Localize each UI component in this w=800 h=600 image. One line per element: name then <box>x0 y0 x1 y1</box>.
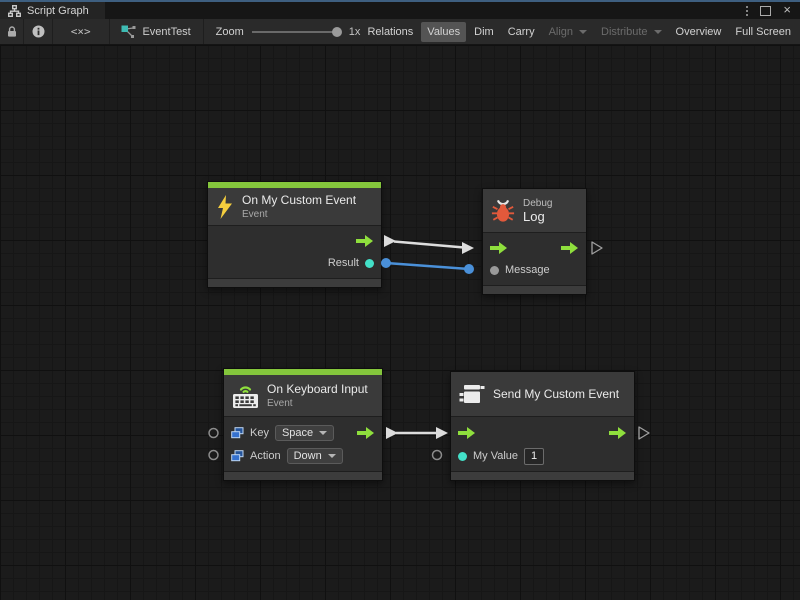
node-header[interactable]: Debug Log <box>483 189 586 233</box>
values-toggle[interactable]: Values <box>421 22 466 42</box>
node-header[interactable]: On Keyboard Input Event <box>224 375 382 417</box>
lock-icon <box>6 25 18 38</box>
zoom-control: Zoom 1x <box>216 26 361 38</box>
flow-output-port[interactable] <box>356 234 374 248</box>
result-port-label: Result <box>328 257 359 269</box>
unconnected-port-action[interactable] <box>209 451 218 460</box>
tab-bar: Script Graph × <box>0 2 800 19</box>
lightning-icon <box>216 195 234 219</box>
node-header[interactable]: On My Custom Event Event <box>208 188 381 226</box>
node-debug-log[interactable]: Debug Log Message <box>482 188 587 295</box>
graph-breadcrumb-button[interactable]: EventTest <box>109 19 202 44</box>
message-value-port[interactable] <box>490 266 499 275</box>
node-subtitle: Event <box>267 398 368 409</box>
node-title: On Keyboard Input <box>267 382 368 396</box>
tab-script-graph[interactable]: Script Graph <box>0 2 105 19</box>
node-on-keyboard-input[interactable]: On Keyboard Input Event Key Space <box>223 368 383 481</box>
node-on-my-custom-event[interactable]: On My Custom Event Event Result <box>207 181 382 288</box>
graph-name-label: EventTest <box>142 26 190 38</box>
chevron-down-icon <box>319 431 327 435</box>
zoom-label: Zoom <box>216 26 244 38</box>
node-header[interactable]: Send My Custom Event <box>451 372 634 417</box>
full-screen-button[interactable]: Full Screen <box>729 22 797 42</box>
keyboard-event-icon <box>232 383 259 409</box>
action-port-label: Action <box>250 450 281 462</box>
maximize-icon[interactable] <box>760 6 771 16</box>
my-value-port[interactable] <box>458 452 467 461</box>
chevron-down-icon <box>654 30 662 34</box>
node-footer <box>483 285 586 294</box>
carry-toggle[interactable]: Carry <box>502 22 541 42</box>
close-icon[interactable]: × <box>783 3 791 16</box>
flow-output-port[interactable] <box>609 426 627 440</box>
dim-toggle[interactable]: Dim <box>468 22 500 42</box>
inspect-button[interactable] <box>24 19 52 44</box>
graph-canvas[interactable]: On My Custom Event Event Result <box>0 45 800 600</box>
graph-asset-icon <box>121 25 136 39</box>
action-value-dropdown[interactable]: Down <box>287 448 343 464</box>
node-footer <box>208 278 381 287</box>
wire-flow-keyboard-to-send[interactable] <box>386 427 448 439</box>
script-graph-window: Script Graph × <×> <box>0 0 800 600</box>
zoom-slider[interactable] <box>252 31 338 33</box>
enum-type-icon <box>231 450 244 462</box>
node-title: Log <box>523 209 552 224</box>
overview-button[interactable]: Overview <box>670 22 728 42</box>
lock-button[interactable] <box>0 19 23 44</box>
node-footer <box>451 471 634 480</box>
chevron-down-icon <box>579 30 587 34</box>
key-port-label: Key <box>250 427 269 439</box>
zoom-value: 1x <box>349 26 361 38</box>
enum-type-icon <box>231 427 244 439</box>
code-icon: <×> <box>71 25 91 38</box>
tab-title: Script Graph <box>27 5 89 17</box>
wire-value-result-to-message[interactable] <box>381 258 474 274</box>
my-value-input[interactable]: 1 <box>524 448 544 465</box>
relations-toggle[interactable]: Relations <box>361 22 419 42</box>
unconnected-port-key[interactable] <box>209 429 218 438</box>
distribute-dropdown[interactable]: Distribute <box>595 22 667 42</box>
result-value-port[interactable] <box>365 259 374 268</box>
toolbar-toggle-group: Relations Values Dim Carry Align Distrib… <box>360 22 800 42</box>
chevron-down-icon <box>328 454 336 458</box>
node-title: Send My Custom Event <box>493 387 619 401</box>
edit-source-button[interactable]: <×> <box>53 19 109 44</box>
window-controls: × <box>746 2 800 19</box>
flow-input-port[interactable] <box>458 426 476 440</box>
node-footer <box>224 471 382 480</box>
flow-output-port[interactable] <box>357 426 375 440</box>
message-port-label: Message <box>505 264 550 276</box>
node-title: On My Custom Event <box>242 193 356 207</box>
flow-output-port[interactable] <box>561 241 579 255</box>
key-value-dropdown[interactable]: Space <box>275 425 334 441</box>
flow-continuation-icon <box>639 427 649 439</box>
zoom-slider-knob[interactable] <box>332 27 342 37</box>
my-value-label: My Value <box>473 450 518 462</box>
bug-icon <box>491 198 515 224</box>
wire-flow-customevent-to-log[interactable] <box>384 235 474 254</box>
node-send-my-custom-event[interactable]: Send My Custom Event My Value 1 <box>450 371 635 481</box>
node-subtitle: Event <box>242 209 356 220</box>
custom-event-icon <box>459 383 485 406</box>
flow-continuation-icon <box>592 242 602 254</box>
align-dropdown[interactable]: Align <box>543 22 593 42</box>
graph-hierarchy-icon <box>8 5 21 17</box>
graph-toolbar: <×> EventTest Zoom 1x Relations <box>0 19 800 45</box>
info-icon <box>32 25 45 38</box>
node-category: Debug <box>523 198 552 209</box>
unconnected-port-my-value[interactable] <box>433 451 442 460</box>
flow-input-port[interactable] <box>490 241 508 255</box>
window-menu-icon[interactable] <box>746 6 748 16</box>
